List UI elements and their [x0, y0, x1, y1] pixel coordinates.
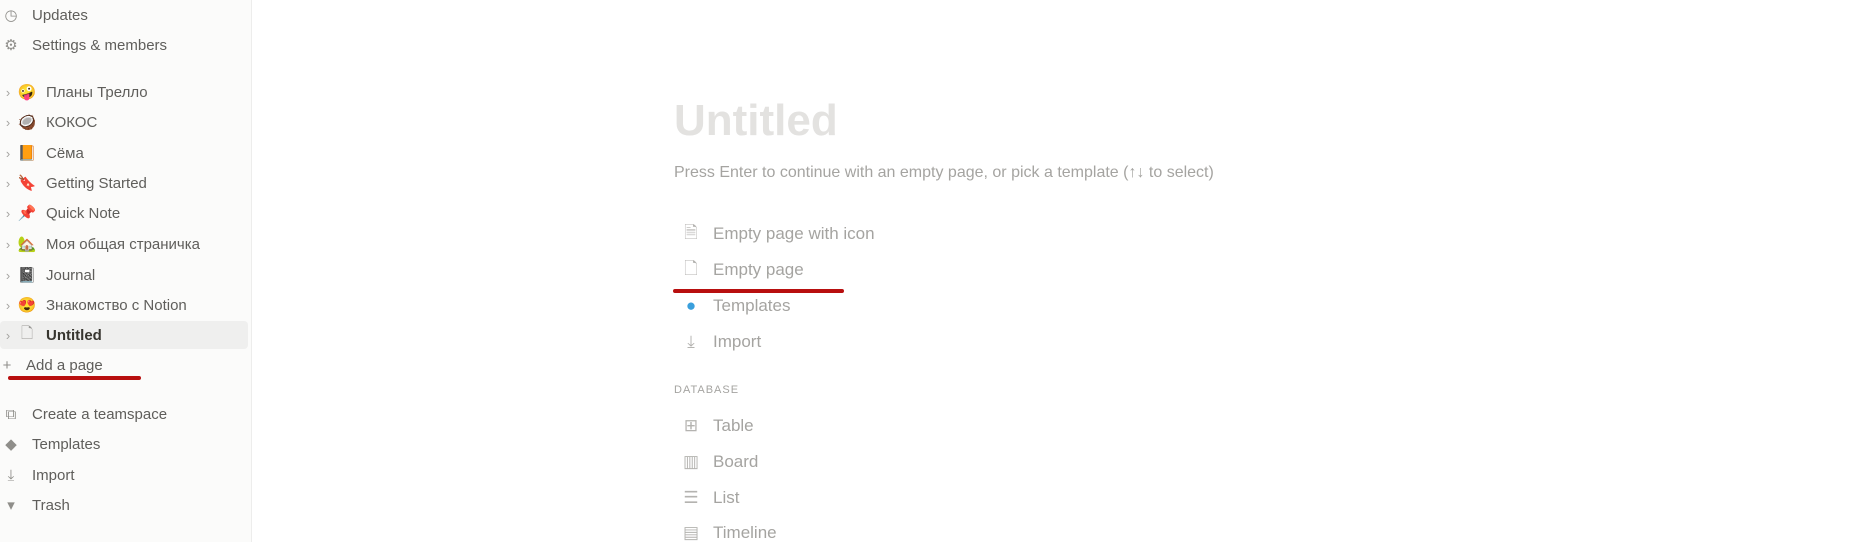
- option-templates[interactable]: ● Templates: [680, 291, 791, 321]
- option-import[interactable]: ⤓ Import: [680, 327, 761, 357]
- option-board[interactable]: ▥ Board: [680, 447, 758, 477]
- emoji-icon: 🤪: [17, 84, 37, 101]
- page-title-input[interactable]: Untitled: [674, 96, 838, 146]
- emoji-icon: 🏡: [17, 236, 37, 253]
- sidebar-item-settings[interactable]: ⚙ Settings & members: [0, 31, 248, 59]
- database-section-header: DATABASE: [674, 384, 740, 396]
- option-timeline[interactable]: ▤ Timeline: [680, 518, 777, 548]
- sidebar-item-updates[interactable]: ◷ Updates: [0, 1, 248, 29]
- chevron-right-icon[interactable]: ›: [0, 328, 16, 343]
- teamspace-icon: ⧉: [5, 405, 17, 423]
- gear-icon: ⚙: [4, 37, 18, 54]
- page-icon: 🗋: [20, 324, 34, 342]
- chevron-right-icon[interactable]: ›: [0, 85, 16, 100]
- emoji-icon: 📓: [17, 267, 37, 284]
- option-empty-page-with-icon[interactable]: 🗎 Empty page with icon: [680, 219, 874, 249]
- emoji-icon: 📙: [17, 145, 37, 162]
- sidebar-item-templates[interactable]: ◆ Templates: [0, 430, 248, 458]
- sidebar-page[interactable]: › 🥥 КОКОС: [0, 108, 248, 136]
- option-empty-page[interactable]: 🗋 Empty page: [680, 255, 804, 285]
- sidebar-item-trash[interactable]: ▾ Trash: [0, 491, 248, 519]
- sidebar-page-selected[interactable]: › 🗋 Untitled: [0, 321, 248, 349]
- sidebar-page[interactable]: › 📓 Journal: [0, 261, 248, 289]
- sidebar-page[interactable]: › 📙 Сёма: [0, 139, 248, 167]
- plus-icon: +: [2, 356, 12, 374]
- list-icon: ☰: [683, 488, 699, 507]
- chevron-right-icon[interactable]: ›: [0, 115, 16, 130]
- trash-icon: ▾: [7, 497, 15, 514]
- page-icon: 🗋: [684, 258, 698, 278]
- emoji-icon: 📌: [17, 205, 37, 222]
- chevron-right-icon[interactable]: ›: [0, 206, 16, 221]
- sidebar-page[interactable]: › 🏡 Моя общая страничка: [0, 230, 248, 258]
- option-list[interactable]: ☰ List: [680, 483, 739, 513]
- board-icon: ▥: [682, 452, 700, 471]
- sidebar-page[interactable]: › 😍 Знакомство с Notion: [0, 291, 248, 319]
- sidebar-page[interactable]: › 🤪 Планы Трелло: [0, 78, 248, 106]
- template-hint: Press Enter to continue with an empty pa…: [674, 164, 1214, 181]
- sidebar-item-create-teamspace[interactable]: ⧉ Create a teamspace: [0, 400, 248, 428]
- sidebar-item-import[interactable]: ⤓ Import: [0, 461, 248, 489]
- chevron-right-icon[interactable]: ›: [0, 146, 16, 161]
- sidebar-page[interactable]: › 📌 Quick Note: [0, 199, 248, 227]
- templates-icon: ●: [685, 296, 697, 315]
- add-page-button[interactable]: + Add a page: [0, 351, 248, 379]
- page-with-lines-icon: 🗎: [684, 222, 698, 242]
- sidebar-page[interactable]: › 🔖 Getting Started: [0, 169, 248, 197]
- chevron-right-icon[interactable]: ›: [0, 237, 16, 252]
- clock-icon: ◷: [4, 7, 18, 24]
- emoji-icon: 😍: [17, 297, 37, 314]
- option-table[interactable]: ⊞ Table: [680, 411, 754, 441]
- annotation-underline: [8, 376, 141, 380]
- sidebar: ◷ Updates ⚙ Settings & members › 🤪 Планы Тре…: [0, 0, 252, 542]
- timeline-icon: ▤: [682, 523, 700, 542]
- import-icon: ⤓: [7, 466, 15, 484]
- emoji-icon: 🥥: [17, 114, 37, 131]
- emoji-icon: 🔖: [17, 175, 37, 192]
- chevron-right-icon[interactable]: ›: [0, 176, 16, 191]
- templates-icon: ◆: [5, 436, 17, 453]
- table-icon: ⊞: [683, 416, 699, 435]
- import-icon: ⤓: [687, 332, 695, 351]
- chevron-right-icon[interactable]: ›: [0, 268, 16, 283]
- chevron-right-icon[interactable]: ›: [0, 298, 16, 313]
